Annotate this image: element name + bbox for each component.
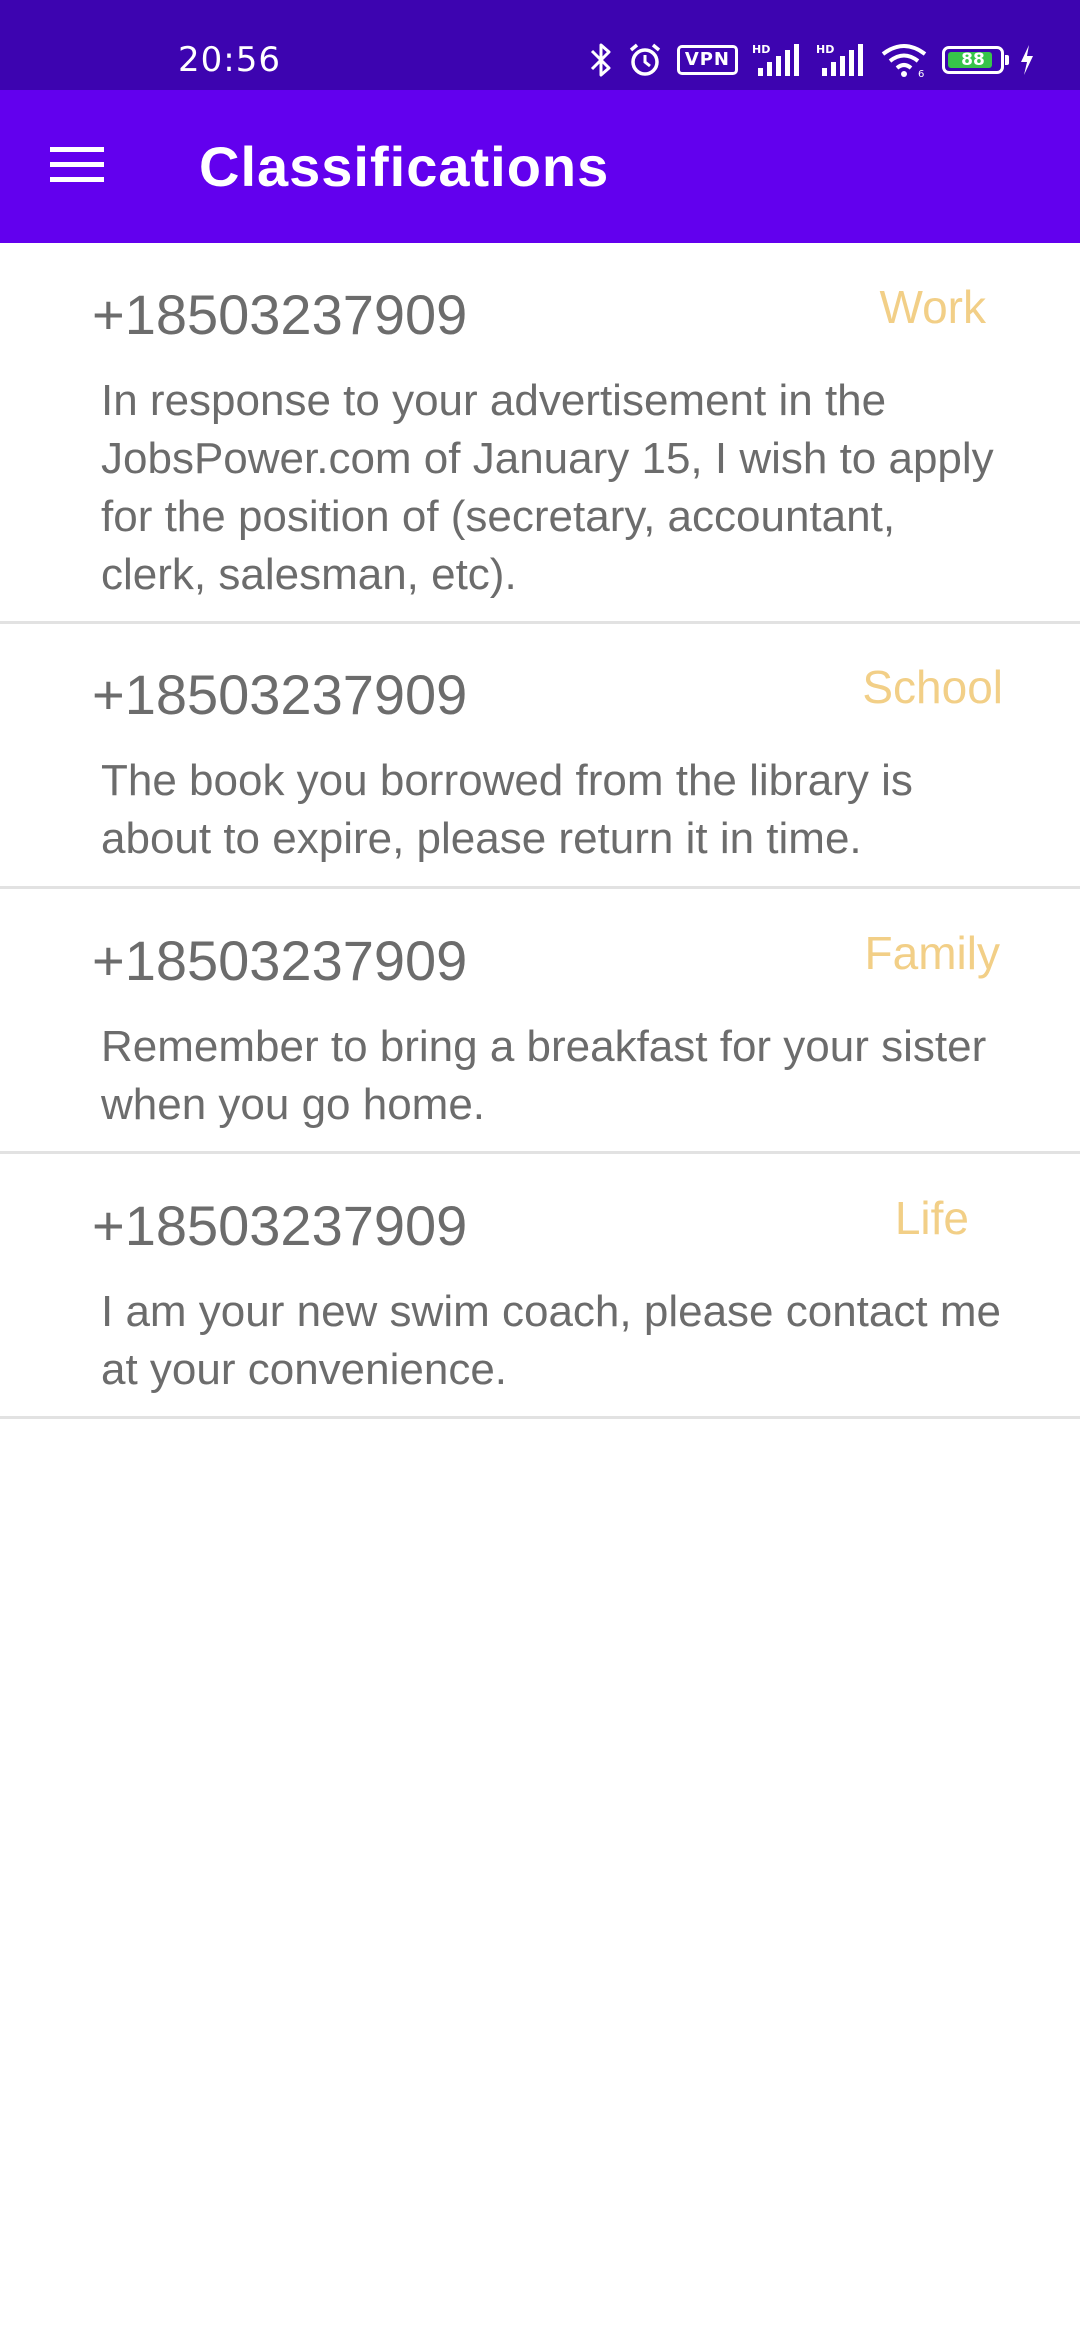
hd-signal-icon: HD — [752, 42, 802, 78]
message-phone: +18503237909 — [92, 283, 468, 346]
hd-signal-icon: HD — [816, 42, 866, 78]
status-time: 20:56 — [178, 40, 281, 80]
app-bar: Classifications — [0, 90, 1080, 243]
battery-level: 88 — [961, 50, 985, 70]
bluetooth-icon — [589, 42, 613, 78]
message-phone: +18503237909 — [92, 929, 468, 992]
message-body: I am your new swim coach, please contact… — [101, 1287, 1001, 1394]
battery-icon: 88 — [942, 46, 1009, 74]
message-body: Remember to bring a breakfast for your s… — [101, 1022, 987, 1129]
message-body: The book you borrowed from the library i… — [101, 756, 913, 863]
wifi-icon: 6 — [880, 42, 928, 78]
list-item[interactable]: +18503237909 Work In response to your ad… — [0, 243, 1080, 624]
list-item[interactable]: +18503237909 Family Remember to bring a … — [0, 889, 1080, 1154]
list-item[interactable]: +18503237909 School The book you borrowe… — [0, 624, 1080, 889]
vpn-icon: VPN — [676, 45, 738, 75]
status-icons: VPN HD HD 6 88 — [589, 36, 1036, 84]
message-phone: +18503237909 — [92, 663, 468, 726]
message-tag: Life — [894, 1192, 969, 1244]
battery-tip — [1005, 55, 1009, 65]
status-bar: 20:56 VPN HD HD 6 88 — [0, 0, 1080, 90]
hamburger-menu-icon[interactable] — [50, 145, 104, 189]
list-item[interactable]: +18503237909 Life I am your new swim coa… — [0, 1154, 1080, 1419]
svg-text:6: 6 — [918, 69, 924, 78]
message-tag: Work — [879, 281, 987, 333]
svg-text:HD: HD — [752, 43, 770, 56]
message-body: In response to your advertisement in the… — [101, 376, 994, 599]
page-title: Classifications — [199, 135, 610, 198]
charging-icon — [1018, 42, 1036, 78]
svg-text:HD: HD — [816, 43, 834, 56]
message-phone: +18503237909 — [92, 1194, 468, 1257]
message-tag: Family — [864, 927, 1000, 979]
menu-button[interactable] — [36, 126, 118, 208]
message-tag: School — [862, 661, 1003, 713]
alarm-icon — [627, 42, 663, 78]
message-list: +18503237909 Work In response to your ad… — [0, 243, 1080, 1419]
